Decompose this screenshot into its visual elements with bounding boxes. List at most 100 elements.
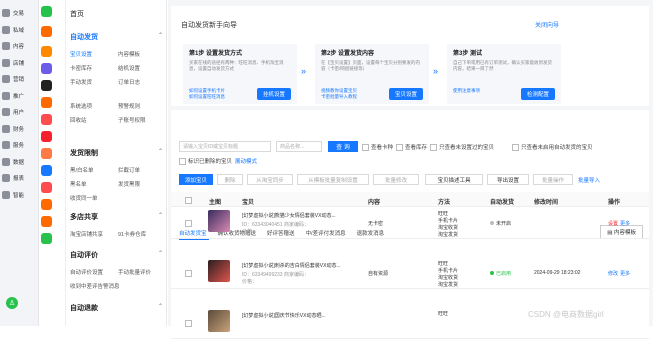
menu-item[interactable]: 自动评价设置	[70, 268, 118, 276]
menu-item[interactable]: 91卡券仓库	[118, 230, 166, 238]
copy-settings-button[interactable]: 从模板批量复制设置	[297, 174, 369, 185]
rail-item[interactable]: 智能	[2, 188, 36, 202]
app-icon-2[interactable]	[41, 46, 52, 57]
row-checkbox[interactable]	[185, 320, 194, 329]
app-icon-13[interactable]	[41, 233, 52, 244]
menu-item[interactable]: 黑名单	[70, 180, 118, 188]
app-icon-11[interactable]	[41, 199, 52, 210]
menu-group[interactable]: 自动发货 ⌃	[70, 32, 163, 42]
menu-row: 回收站 子账号权限	[70, 116, 166, 124]
batch-edit-button[interactable]: 批量修改	[373, 174, 419, 185]
menu-item[interactable]: 手动批量评价	[118, 268, 166, 276]
add-item-button[interactable]: 添加宝贝	[179, 174, 213, 185]
menu-item[interactable]: 收到中差评告警消息	[70, 282, 120, 290]
column-header: 主图	[209, 200, 222, 206]
filter-stock[interactable]: 查看库存	[396, 143, 427, 151]
menu-item[interactable]: 收货同一单	[70, 194, 118, 202]
filter-unset[interactable]: 只查看未设置过的宝贝	[430, 143, 494, 151]
rail-item[interactable]: 店铺	[2, 56, 36, 70]
tiktok-app-icon[interactable]	[41, 80, 52, 91]
step-links[interactable]: 视频教你设置宝贝 卡密批量导入教程	[321, 88, 357, 100]
row-checkbox[interactable]	[185, 220, 194, 229]
menu-item[interactable]: 预警规则	[118, 102, 166, 110]
chevron-up-icon: ⌃	[158, 149, 164, 155]
filter-card-type[interactable]: 查看卡种	[362, 143, 393, 151]
app-icon-8[interactable]	[41, 148, 52, 159]
step-links[interactable]: 如何设置手机卡片 如何设置旺旺消息	[189, 88, 225, 100]
rail-item[interactable]: 服务	[2, 138, 36, 152]
product-thumbnail[interactable]	[208, 260, 230, 282]
home-app-icon[interactable]	[41, 6, 52, 17]
sync-button[interactable]: 从淘宝同步	[247, 174, 293, 185]
content-template-button[interactable]: ▤ 内容模板	[600, 225, 643, 239]
auto-ship-app-icon[interactable]	[41, 26, 52, 37]
rail-icon	[2, 141, 10, 149]
step-links[interactable]: 使用注意事项	[453, 88, 480, 94]
rail-item[interactable]: 数据	[2, 155, 36, 169]
menu-item[interactable]: 结机设置	[118, 64, 166, 72]
desc-tool-button[interactable]: 宝贝描述工具	[425, 174, 483, 185]
menu-item[interactable]: 子账号权限	[118, 116, 166, 124]
app-icon-9[interactable]	[41, 165, 52, 176]
auto-ship-status: 未开启	[490, 220, 511, 227]
row-edit-link[interactable]: 修改	[608, 270, 618, 277]
step-desc: 在【宝贝设置】页面，设置每个宝贝分别要发的内容（卡密/网盘链接等）	[321, 60, 420, 71]
menu-item[interactable]: 订单日志	[118, 78, 166, 86]
rail-item[interactable]: 营销	[2, 72, 36, 86]
search-input[interactable]: 请输入宝贝ID或宝贝标题	[179, 141, 271, 152]
product-title[interactable]: [幻梦虚拟小说]熊猫少女情侣套装VX动态...	[242, 212, 336, 219]
menu-group[interactable]: 多店共享 ⌃	[70, 212, 163, 222]
rail-item[interactable]: 交易	[2, 6, 36, 20]
menu-item[interactable]: 宝贝设置	[70, 50, 118, 58]
menu-item[interactable]: 卡密库存	[70, 64, 118, 72]
menu-item[interactable]: 发货黑限	[118, 180, 166, 188]
secondary-search-input[interactable]: 商品名称...	[276, 141, 322, 152]
menu-group[interactable]: 自动评价 ⌃	[70, 250, 163, 260]
product-title[interactable]: [幻梦虚拟小说]国庆节快乐VX动态晒...	[242, 312, 326, 319]
menu-item[interactable]: 内容模板	[118, 50, 166, 58]
query-button[interactable]: 查 询	[328, 141, 358, 152]
rail-item[interactable]: 内容	[2, 39, 36, 53]
rail-item[interactable]: 财务	[2, 122, 36, 136]
batch-ops-button[interactable]: 批量操作	[533, 174, 573, 185]
app-icon-5[interactable]	[41, 97, 52, 108]
menu-item[interactable]: 黑/白名单	[70, 166, 118, 174]
product-thumbnail[interactable]	[208, 310, 230, 332]
product-title[interactable]: [幻梦虚拟小说]刺杀的吉白情侣套装VX动态...	[242, 262, 341, 269]
product-thumbnail[interactable]	[208, 210, 230, 232]
menu-item[interactable]: 淘宝店铺共享	[70, 230, 118, 238]
rail-item[interactable]: 用户	[2, 105, 36, 119]
row-more-link[interactable]: 更多	[620, 220, 630, 227]
close-guide-link[interactable]: 关闭向导	[535, 20, 559, 29]
filter-not-enabled[interactable]: 只查看未启用自动发货的宝贝	[512, 143, 593, 151]
app-icon-10[interactable]	[41, 182, 52, 193]
menu-item[interactable]: 回收站	[70, 116, 118, 124]
menu-home[interactable]: 首页	[70, 9, 84, 19]
rail-item[interactable]: 推广	[2, 89, 36, 103]
mount-settings-button[interactable]: 挂机设置	[256, 88, 291, 100]
app-icon-6[interactable]	[41, 114, 52, 125]
select-all-checkbox[interactable]	[185, 197, 194, 206]
export-settings-button[interactable]: 导出设置	[487, 174, 529, 185]
delete-button[interactable]: 删除	[217, 174, 243, 185]
rail-item[interactable]: 报表	[2, 171, 36, 185]
menu-item[interactable]: 系统选项	[70, 102, 118, 110]
check-config-button[interactable]: 检测配置	[520, 88, 555, 100]
menu-item[interactable]: 手动发货	[70, 78, 118, 86]
rail-item[interactable]: 私域	[2, 23, 36, 37]
menu-item[interactable]: 拦截订单	[118, 166, 166, 174]
row-checkbox[interactable]	[185, 270, 194, 279]
expand-mode-link[interactable]: 展动模式	[235, 157, 257, 165]
menu-group[interactable]: 自动退款 ⌃	[70, 303, 163, 313]
menu-item	[118, 194, 166, 202]
item-settings-button[interactable]: 宝贝设置	[388, 88, 423, 100]
app-icon-12[interactable]	[41, 216, 52, 227]
app-icon-7[interactable]	[41, 131, 52, 142]
filter-deleted[interactable]: 标识已删除的宝贝 展动模式	[179, 157, 257, 165]
menu-group[interactable]: 发货限制 ⌃	[70, 148, 163, 158]
batch-import-link[interactable]: 批量导入	[578, 176, 600, 184]
row-edit-link[interactable]: 设置	[608, 220, 618, 227]
row-more-link[interactable]: 更多	[620, 270, 630, 277]
app-icon-3[interactable]	[41, 63, 52, 74]
avatar[interactable]: ♙	[6, 297, 18, 309]
